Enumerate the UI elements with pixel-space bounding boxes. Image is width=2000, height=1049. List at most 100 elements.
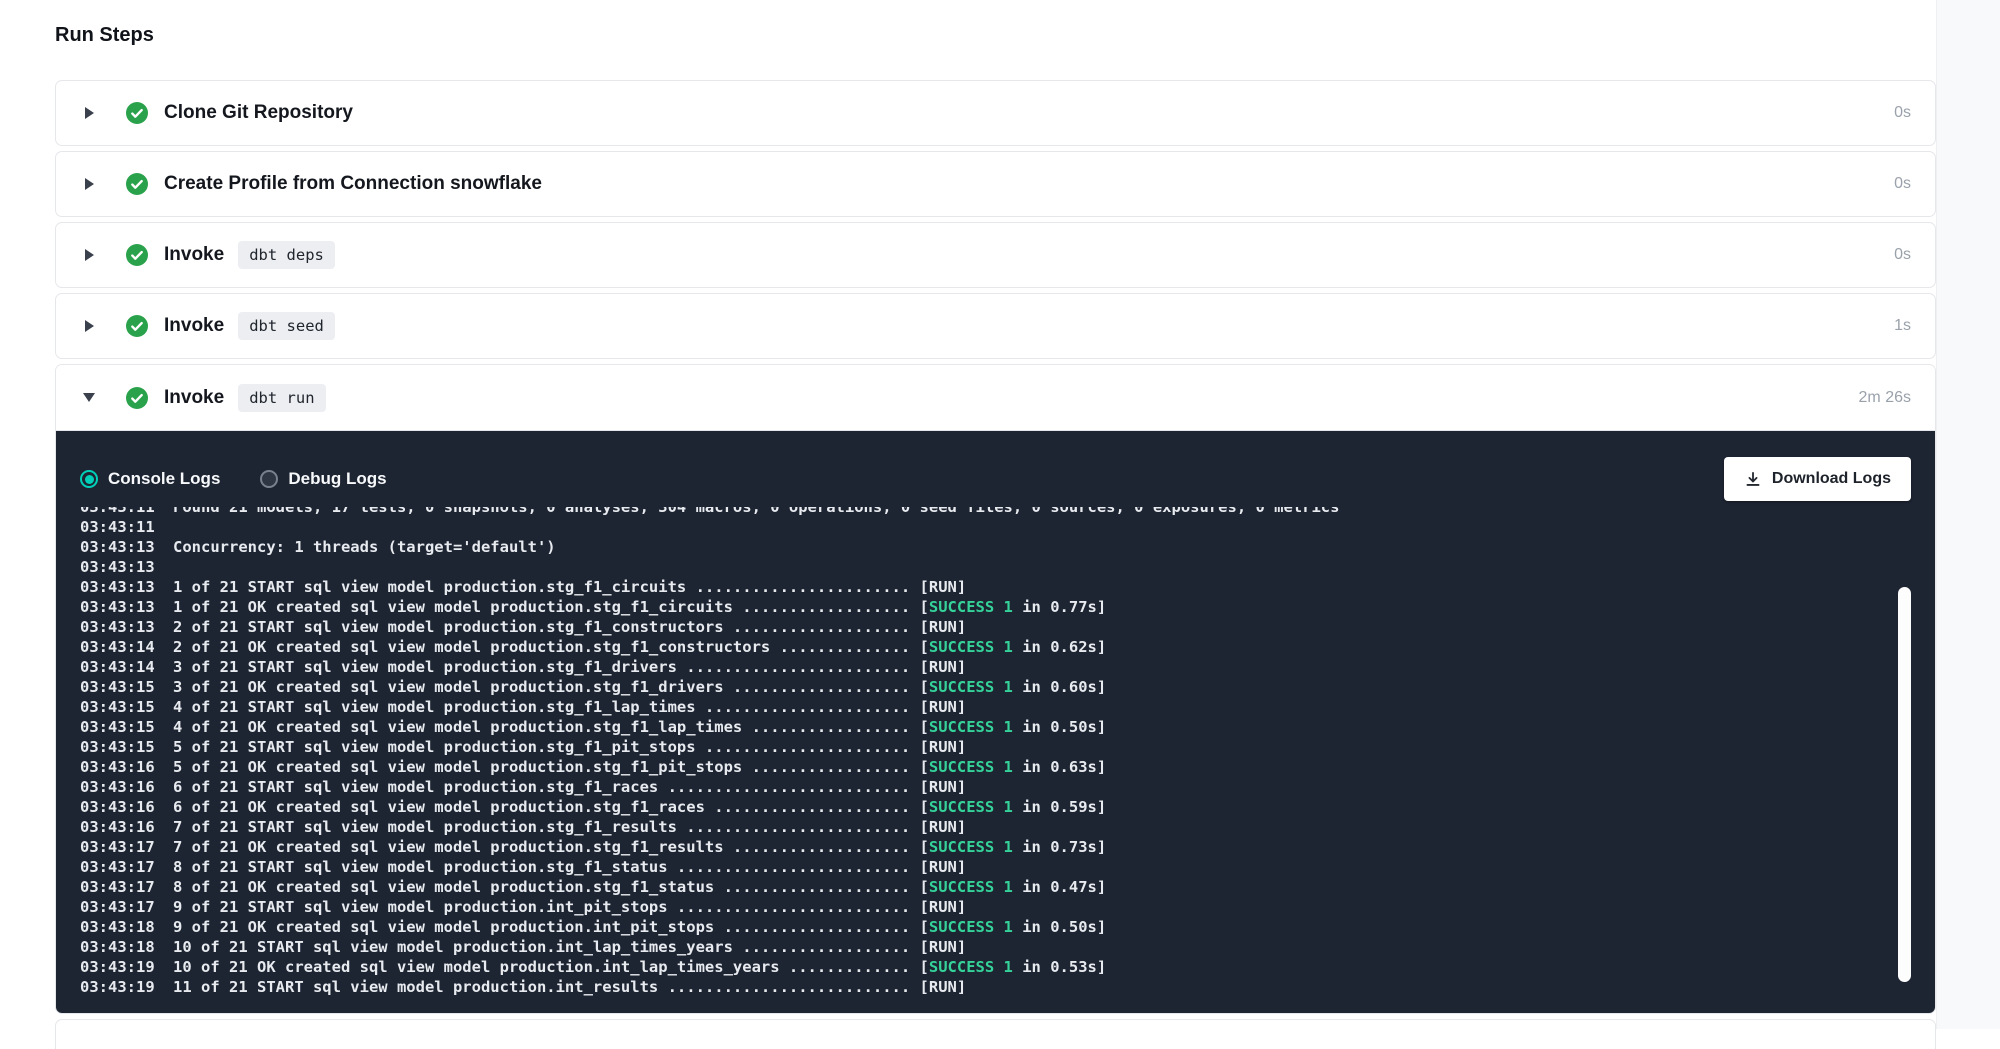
console-log-lines: 03:43:11 Found 21 models, 17 tests, 0 sn… bbox=[80, 507, 1911, 997]
caret-icon[interactable] bbox=[85, 107, 94, 119]
log-message: Concurrency: 1 threads (target='default'… bbox=[173, 537, 556, 557]
log-message: 4 of 21 START sql view model production.… bbox=[173, 697, 966, 717]
log-message: 11 of 21 START sql view model production… bbox=[173, 977, 966, 997]
run-step-1[interactable]: Clone Git Repository 0s bbox=[55, 80, 1936, 146]
log-timestamp: 03:43:13 bbox=[80, 597, 173, 617]
success-check-icon bbox=[126, 315, 148, 337]
log-message: 7 of 21 OK created sql view model produc… bbox=[173, 837, 1106, 857]
log-timestamp: 03:43:14 bbox=[80, 637, 173, 657]
log-line: 03:43:17 8 of 21 OK created sql view mod… bbox=[80, 877, 1911, 897]
log-message: 9 of 21 START sql view model production.… bbox=[173, 897, 966, 917]
step-label: Invoke bbox=[164, 244, 224, 266]
caret-icon[interactable] bbox=[85, 249, 94, 261]
run-step-4[interactable]: Invoke dbt seed 1s bbox=[55, 293, 1936, 359]
step-duration: 0s bbox=[1894, 246, 1911, 264]
log-timestamp: 03:43:13 bbox=[80, 617, 173, 637]
log-timestamp: 03:43:19 bbox=[80, 957, 173, 977]
log-message: 8 of 21 OK created sql view model produc… bbox=[173, 877, 1106, 897]
download-logs-label: Download Logs bbox=[1772, 470, 1891, 488]
page-title: Run Steps bbox=[55, 21, 1936, 49]
log-line: 03:43:11 bbox=[80, 517, 1911, 537]
log-message: 10 of 21 START sql view model production… bbox=[173, 937, 966, 957]
download-icon bbox=[1744, 470, 1762, 488]
console-toolbar: Console Logs Debug Logs Download Logs bbox=[56, 431, 1935, 501]
success-check-icon bbox=[126, 387, 148, 409]
log-timestamp: 03:43:16 bbox=[80, 777, 173, 797]
log-timestamp: 03:43:13 bbox=[80, 577, 173, 597]
log-timestamp: 03:43:18 bbox=[80, 937, 173, 957]
step-duration: 0s bbox=[1894, 104, 1911, 122]
success-check-icon bbox=[126, 244, 148, 266]
caret-icon[interactable] bbox=[85, 178, 94, 190]
next-step-card-partial bbox=[55, 1019, 1936, 1049]
debug-logs-radio[interactable]: Debug Logs bbox=[260, 469, 386, 489]
step-duration: 1s bbox=[1894, 317, 1911, 335]
console-log-area[interactable]: 03:43:11 Found 21 models, 17 tests, 0 sn… bbox=[80, 507, 1911, 1001]
log-line: 03:43:13 2 of 21 START sql view model pr… bbox=[80, 617, 1911, 637]
caret-box bbox=[82, 107, 96, 119]
log-message: 9 of 21 OK created sql view model produc… bbox=[173, 917, 1106, 937]
log-line: 03:43:15 5 of 21 START sql view model pr… bbox=[80, 737, 1911, 757]
log-message: 5 of 21 START sql view model production.… bbox=[173, 737, 966, 757]
log-line: 03:43:17 8 of 21 START sql view model pr… bbox=[80, 857, 1911, 877]
log-timestamp: 03:43:15 bbox=[80, 677, 173, 697]
log-message: 3 of 21 OK created sql view model produc… bbox=[173, 677, 1106, 697]
log-line: 03:43:16 5 of 21 OK created sql view mod… bbox=[80, 757, 1911, 777]
caret-icon[interactable] bbox=[85, 320, 94, 332]
log-line: 03:43:11 Found 21 models, 17 tests, 0 sn… bbox=[80, 507, 1911, 517]
log-line: 03:43:18 9 of 21 OK created sql view mod… bbox=[80, 917, 1911, 937]
step-command-chip: dbt seed bbox=[238, 312, 335, 340]
log-timestamp: 03:43:15 bbox=[80, 717, 173, 737]
step-label: Create Profile from Connection snowflake bbox=[164, 173, 542, 195]
log-line: 03:43:17 9 of 21 START sql view model pr… bbox=[80, 897, 1911, 917]
download-logs-button[interactable]: Download Logs bbox=[1724, 457, 1911, 501]
log-message: 3 of 21 START sql view model production.… bbox=[173, 657, 966, 677]
log-timestamp: 03:43:19 bbox=[80, 977, 173, 997]
log-timestamp: 03:43:17 bbox=[80, 857, 173, 877]
log-timestamp: 03:43:15 bbox=[80, 737, 173, 757]
log-timestamp: 03:43:14 bbox=[80, 657, 173, 677]
log-message: Found 21 models, 17 tests, 0 snapshots, … bbox=[173, 507, 1339, 517]
expanded-step-group: Invoke dbt run 2m 26s Console Logs Debug… bbox=[55, 364, 1936, 1014]
log-line: 03:43:15 3 of 21 OK created sql view mod… bbox=[80, 677, 1911, 697]
log-message: 1 of 21 OK created sql view model produc… bbox=[173, 597, 1106, 617]
debug-logs-label: Debug Logs bbox=[288, 469, 386, 489]
log-line: 03:43:13 1 of 21 OK created sql view mod… bbox=[80, 597, 1911, 617]
log-timestamp: 03:43:17 bbox=[80, 837, 173, 857]
run-steps-page: Run Steps Clone Git Repository 0s Create… bbox=[55, 0, 1936, 1049]
log-timestamp: 03:43:11 bbox=[80, 507, 173, 517]
log-timestamp: 03:43:17 bbox=[80, 897, 173, 917]
log-message: 5 of 21 OK created sql view model produc… bbox=[173, 757, 1106, 777]
log-timestamp: 03:43:17 bbox=[80, 877, 173, 897]
success-check-icon bbox=[126, 102, 148, 124]
log-line: 03:43:18 10 of 21 START sql view model p… bbox=[80, 937, 1911, 957]
step-duration: 2m 26s bbox=[1859, 389, 1911, 407]
step-label: Invoke bbox=[164, 315, 224, 337]
run-step-2[interactable]: Create Profile from Connection snowflake… bbox=[55, 151, 1936, 217]
console-scrollbar[interactable] bbox=[1898, 587, 1911, 982]
log-line: 03:43:19 10 of 21 OK created sql view mo… bbox=[80, 957, 1911, 977]
caret-icon[interactable] bbox=[83, 393, 95, 402]
console-panel: Console Logs Debug Logs Download Logs 03… bbox=[56, 431, 1935, 1013]
console-logs-radio[interactable]: Console Logs bbox=[80, 469, 220, 489]
log-timestamp: 03:43:11 bbox=[80, 517, 173, 537]
log-line: 03:43:14 2 of 21 OK created sql view mod… bbox=[80, 637, 1911, 657]
log-line: 03:43:13 1 of 21 START sql view model pr… bbox=[80, 577, 1911, 597]
radio-selected-icon bbox=[80, 470, 98, 488]
log-timestamp: 03:43:13 bbox=[80, 557, 173, 577]
log-message: 10 of 21 OK created sql view model produ… bbox=[173, 957, 1106, 977]
log-message: 6 of 21 OK created sql view model produc… bbox=[173, 797, 1106, 817]
run-step-3[interactable]: Invoke dbt deps 0s bbox=[55, 222, 1936, 288]
log-message: 6 of 21 START sql view model production.… bbox=[173, 777, 966, 797]
log-timestamp: 03:43:16 bbox=[80, 817, 173, 837]
step-label: Invoke bbox=[164, 387, 224, 409]
caret-box bbox=[82, 393, 96, 402]
page-right-gutter bbox=[1936, 0, 2000, 1029]
run-step-5[interactable]: Invoke dbt run 2m 26s bbox=[56, 365, 1935, 431]
log-line: 03:43:13 Concurrency: 1 threads (target=… bbox=[80, 537, 1911, 557]
log-line: 03:43:15 4 of 21 OK created sql view mod… bbox=[80, 717, 1911, 737]
caret-box bbox=[82, 320, 96, 332]
log-timestamp: 03:43:15 bbox=[80, 697, 173, 717]
log-line: 03:43:14 3 of 21 START sql view model pr… bbox=[80, 657, 1911, 677]
log-timestamp: 03:43:16 bbox=[80, 797, 173, 817]
